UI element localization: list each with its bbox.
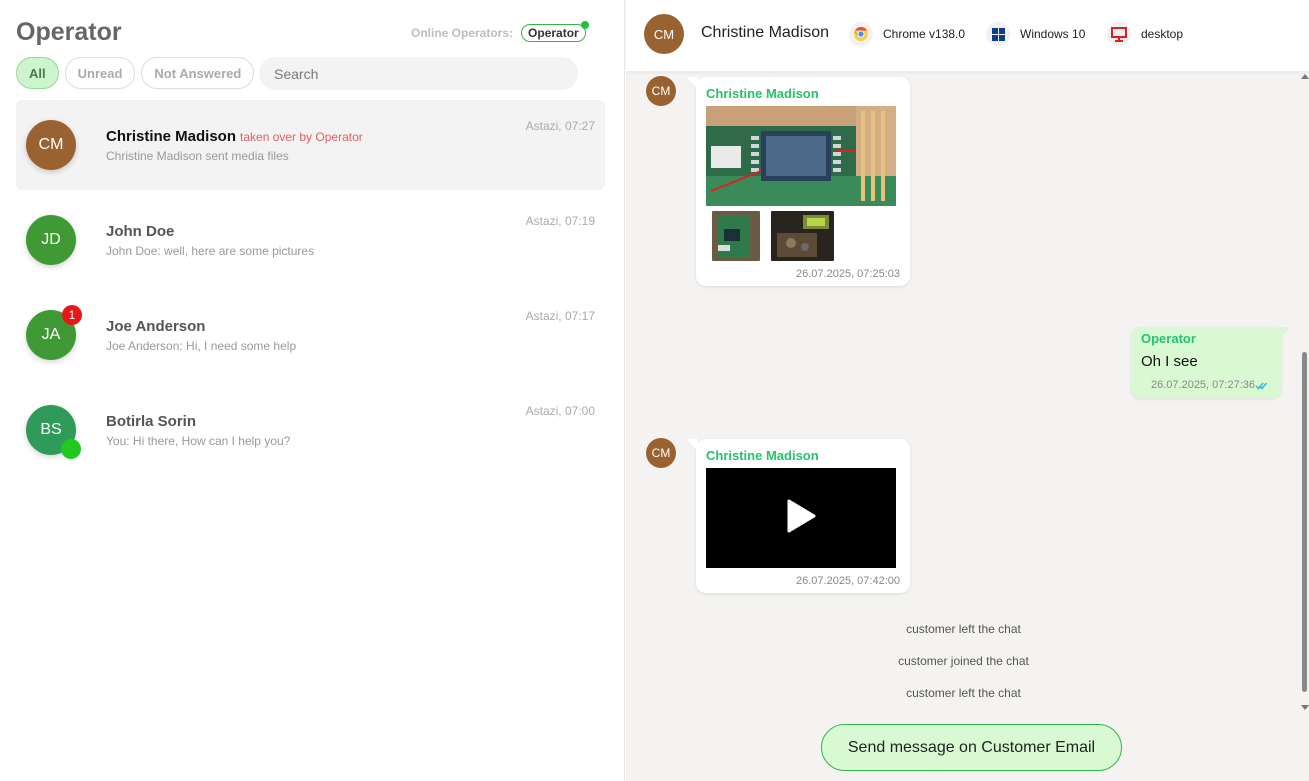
attachment-thumbnail[interactable] (712, 211, 760, 261)
device-info: desktop (1107, 22, 1183, 46)
os-info: Windows 10 (986, 22, 1085, 46)
message-sender: Operator (1141, 331, 1196, 346)
avatar-initials: CM (38, 136, 64, 153)
online-operators-label: Online Operators: (411, 26, 514, 40)
unread-count-badge: 1 (62, 305, 82, 325)
video-attachment[interactable] (706, 468, 896, 568)
system-event: customer left the chat (906, 686, 1021, 700)
message-sender: Christine Madison (706, 86, 819, 101)
incoming-message: Christine Madison 26.07.2025, 07:42:00 (686, 439, 910, 593)
conversation-time: Astazi, 07:19 (525, 214, 595, 228)
taken-over-note: taken over by Operator (240, 130, 363, 144)
double-check-icon (1255, 378, 1268, 396)
message-text: Oh I see (1141, 353, 1198, 370)
search-input[interactable] (259, 57, 578, 90)
send-customer-email-button[interactable]: Send message on Customer Email (821, 724, 1122, 771)
outgoing-message: Operator Oh I see 26.07.2025, 07:27:36 (1131, 327, 1291, 398)
conversation-time: Astazi, 07:17 (525, 309, 595, 323)
conversation-time: Astazi, 07:27 (525, 119, 595, 133)
incoming-message: Christine Madison 26.07.2025, 07:25:03 (686, 77, 910, 286)
avatar: CM (646, 76, 676, 106)
scrollbar-thumb[interactable] (1302, 352, 1307, 692)
chat-scrollbar[interactable] (1301, 72, 1309, 712)
online-status-dot (580, 21, 589, 29)
conversation-item[interactable]: JA 1 Joe Anderson Joe Anderson: Hi, I ne… (16, 290, 605, 380)
online-operator-name: Operator (528, 26, 579, 40)
sidebar-title: Operator (16, 18, 122, 46)
system-event: customer left the chat (906, 622, 1021, 636)
chat-contact-name: Christine Madison (701, 24, 830, 41)
conversation-name: John Doe (106, 223, 175, 240)
conversation-preview: Christine Madison sent media files (106, 149, 289, 163)
avatar-initials: JD (41, 231, 61, 248)
scroll-up-arrow-icon[interactable] (1301, 74, 1309, 79)
conversation-sidebar: Operator Online Operators: Operator All … (0, 0, 625, 781)
browser-info: Chrome v138.0 (849, 22, 965, 46)
chrome-icon (849, 22, 873, 46)
message-timestamp: 26.07.2025, 07:25:03 (796, 268, 900, 280)
conversation-item[interactable]: CM Christine Madison taken over by Operat… (16, 100, 605, 190)
conversation-name: Botirla Sorin (106, 413, 197, 430)
conversation-preview: You: Hi there, How can I help you? (106, 434, 291, 448)
avatar: CM (644, 14, 684, 54)
avatar: BS (26, 405, 81, 459)
conversation-item[interactable]: BS Botirla Sorin You: Hi there, How can … (16, 385, 605, 475)
filter-bar: All Unread Not Answered (16, 57, 255, 89)
conversation-item[interactable]: JD John Doe John Doe: well, here are som… (16, 195, 605, 285)
message-timestamp: 26.07.2025, 07:42:00 (796, 575, 900, 587)
avatar-initials: BS (40, 421, 62, 438)
system-event: customer joined the chat (898, 654, 1029, 668)
conversation-preview: Joe Anderson: Hi, I need some help (106, 339, 297, 353)
avatar-initials: CM (653, 26, 675, 42)
online-operators: Online Operators: Operator (411, 21, 589, 42)
avatar-initials: JA (41, 326, 61, 343)
contact-name: Christine Madison (106, 128, 237, 145)
windows-icon (986, 22, 1010, 46)
attachment-image[interactable] (706, 106, 896, 206)
conversation-time: Astazi, 07:00 (525, 404, 595, 418)
conversation-preview: John Doe: well, here are some pictures (106, 244, 315, 258)
chat-header: CM Christine Madison Chrome v138.0 Windo… (626, 0, 1309, 72)
message-timestamp: 26.07.2025, 07:27:36 (1151, 379, 1255, 391)
desktop-monitor-icon (1107, 22, 1131, 46)
device-label: desktop (1141, 27, 1184, 41)
os-label: Windows 10 (1020, 27, 1086, 41)
avatar: CM (26, 120, 76, 170)
conversation-name: Joe Anderson (106, 318, 206, 335)
avatar: CM (646, 438, 676, 468)
avatar: JA 1 (26, 305, 82, 360)
filter-not-answered-button[interactable]: Not Answered (141, 57, 255, 89)
filter-unread-button[interactable]: Unread (64, 57, 136, 89)
attachment-thumbnail[interactable] (771, 211, 834, 261)
avatar-initials: CM (651, 446, 671, 460)
filter-all-button[interactable]: All (16, 57, 59, 89)
message-sender: Christine Madison (706, 448, 819, 463)
scroll-down-arrow-icon[interactable] (1301, 705, 1309, 710)
online-status-dot (61, 439, 81, 459)
conversation-name: Christine Madison taken over by Operator (106, 128, 363, 145)
chat-panel: CM Christine Madison Chrome v138.0 Windo… (626, 0, 1309, 781)
avatar: JD (26, 215, 76, 265)
avatar-initials: CM (651, 84, 671, 98)
online-operator-badge[interactable]: Operator (521, 21, 589, 42)
play-icon[interactable] (786, 499, 816, 538)
browser-label: Chrome v138.0 (883, 27, 966, 41)
